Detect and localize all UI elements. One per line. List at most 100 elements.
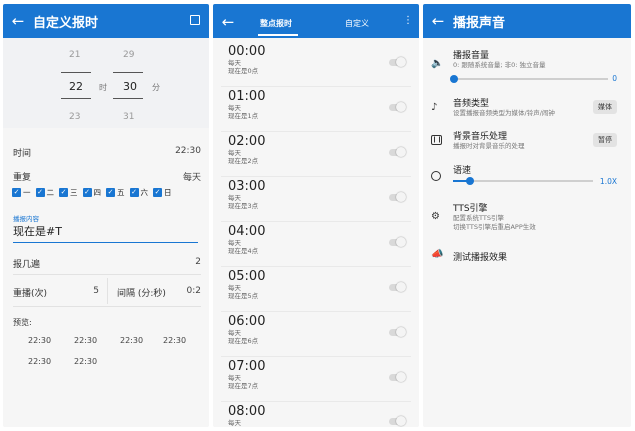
list-item[interactable]: 04:00 每天 现在是4点 — [228, 224, 265, 255]
hour-desc: 现在是6点 — [228, 337, 259, 345]
hour-time: 01:00 — [228, 89, 266, 104]
divider — [221, 221, 411, 222]
audio-type-chip[interactable]: 媒体 — [593, 100, 617, 114]
weekday-label: 五 — [117, 188, 125, 197]
volume-icon: 🔈 — [431, 58, 444, 69]
list-item[interactable]: 08:00 每天 — [228, 404, 265, 427]
toggle-knob — [396, 282, 406, 292]
hour-prev: 21 — [69, 50, 81, 60]
list-item[interactable]: 06:00 每天 现在是6点 — [228, 314, 265, 345]
toggle-knob — [396, 416, 406, 426]
preview-label: 预览: — [13, 318, 32, 327]
back-arrow-icon[interactable]: ← — [213, 13, 243, 31]
app-bar: ← 播报声音 — [423, 4, 631, 38]
minute-selected[interactable]: 30 — [123, 80, 137, 93]
checkbox-wed[interactable]: ✓ — [59, 188, 68, 197]
list-item[interactable]: 05:00 每天 现在是5点 — [228, 269, 265, 300]
list-item[interactable]: 00:00 每天 现在是0点 — [228, 44, 265, 75]
list-item[interactable]: 03:00 每天 现在是3点 — [228, 179, 265, 210]
checkbox-thu[interactable]: ✓ — [82, 188, 92, 197]
checkbox-sat[interactable]: ✓ — [129, 188, 139, 197]
tts-desc-2: 切换TTS引擎后重启APP生效 — [453, 223, 536, 231]
time-picker[interactable]: 21 29 22 时 30 分 23 31 — [3, 38, 209, 128]
hour-time: 00:00 — [228, 44, 266, 59]
speedometer-icon — [431, 171, 441, 181]
back-arrow-icon[interactable]: ← — [423, 12, 453, 30]
checkbox-fri[interactable]: ✓ — [106, 188, 115, 197]
hour-repeat: 每天 — [228, 374, 241, 382]
hour-repeat: 每天 — [228, 284, 241, 292]
hour-selected[interactable]: 22 — [69, 80, 83, 93]
count-row[interactable]: 报几遍 2 — [13, 257, 201, 270]
volume-slider[interactable] — [450, 75, 608, 83]
field-divider — [107, 278, 108, 304]
divider — [13, 274, 201, 275]
divider — [221, 86, 411, 87]
replay-field[interactable]: 重播(次) 5 — [13, 286, 99, 299]
hour-repeat: 每天 — [228, 149, 241, 157]
time-label: 时间 — [13, 149, 32, 159]
hour-repeat: 每天 — [228, 104, 241, 112]
content-input[interactable]: 现在是#T — [13, 223, 198, 243]
preview-time: 22:30 — [163, 336, 187, 345]
divider — [221, 401, 411, 402]
hour-time: 02:00 — [228, 134, 266, 149]
calendar-icon[interactable] — [190, 15, 200, 25]
speed-slider-thumb[interactable] — [465, 177, 474, 185]
checkbox-sun[interactable]: ✓ — [153, 188, 162, 197]
bg-music-chip[interactable]: 暂停 — [593, 133, 617, 147]
toggle-knob — [396, 57, 406, 67]
tab-hourly[interactable]: 整点报时 — [260, 18, 292, 29]
toggle-knob — [396, 147, 406, 157]
bg-music-desc: 播报时对背景音乐的处理 — [453, 142, 525, 150]
tab-indicator — [258, 34, 298, 36]
toggle-knob — [396, 237, 406, 247]
tab-custom[interactable]: 自定义 — [345, 18, 369, 29]
hour-repeat: 每天 — [228, 419, 241, 427]
toggle-knob — [396, 102, 406, 112]
hour-toggle[interactable] — [389, 237, 406, 247]
replay-value: 5 — [93, 286, 99, 296]
hour-toggle[interactable] — [389, 282, 406, 292]
tts-title: TTS引擎 — [453, 204, 488, 214]
bg-music-title: 背景音乐处理 — [453, 132, 508, 142]
page-title: 播报声音 — [453, 15, 506, 31]
hour-desc: 现在是2点 — [228, 157, 259, 165]
content-label: 播报内容 — [13, 215, 39, 223]
list-item[interactable]: 01:00 每天 现在是1点 — [228, 89, 265, 120]
time-row[interactable]: 时间 22:30 — [13, 146, 201, 159]
volume-slider-thumb[interactable] — [450, 75, 458, 83]
hour-toggle[interactable] — [389, 102, 406, 112]
checkbox-mon[interactable]: ✓ — [12, 188, 21, 197]
hour-toggle[interactable] — [389, 57, 406, 67]
repeat-row[interactable]: 重复 每天 — [13, 170, 201, 183]
hour-toggle[interactable] — [389, 327, 406, 337]
divider — [221, 131, 411, 132]
hour-toggle[interactable] — [389, 372, 406, 382]
back-arrow-icon[interactable]: ← — [3, 12, 33, 30]
more-vert-icon[interactable]: ⋮ — [403, 15, 413, 26]
hour-toggle[interactable] — [389, 147, 406, 157]
count-label: 报几遍 — [13, 260, 41, 270]
interval-field[interactable]: 间隔 (分:秒) 0:2 — [117, 286, 201, 299]
hour-desc: 现在是3点 — [228, 202, 259, 210]
voice-settings-screen: ← 播报声音 🔈 播报音量 0: 跟随系统音量; 非0: 独立音量 0 ♪ 音频… — [423, 4, 631, 427]
list-item[interactable]: 07:00 每天 现在是7点 — [228, 359, 265, 390]
volume-title: 播报音量 — [453, 51, 490, 61]
hour-repeat: 每天 — [228, 194, 241, 202]
volume-desc: 0: 跟随系统音量; 非0: 独立音量 — [453, 61, 546, 69]
speed-title: 语速 — [453, 166, 472, 176]
speed-slider[interactable] — [453, 177, 593, 185]
test-button[interactable]: 测试播报效果 — [453, 250, 507, 263]
weekday-label: 六 — [140, 188, 149, 197]
checkbox-tue[interactable]: ✓ — [35, 188, 45, 197]
hour-toggle[interactable] — [389, 192, 406, 202]
list-item[interactable]: 02:00 每天 现在是2点 — [228, 134, 265, 165]
speed-value: 1.0X — [599, 177, 617, 186]
page-title: 自定义报时 — [33, 15, 99, 31]
hour-repeat: 每天 — [228, 59, 241, 67]
toggle-knob — [396, 372, 406, 382]
hour-toggle[interactable] — [389, 416, 406, 426]
hour-line-bottom — [61, 98, 91, 99]
pause-box-icon: ❙❙ — [431, 135, 443, 145]
